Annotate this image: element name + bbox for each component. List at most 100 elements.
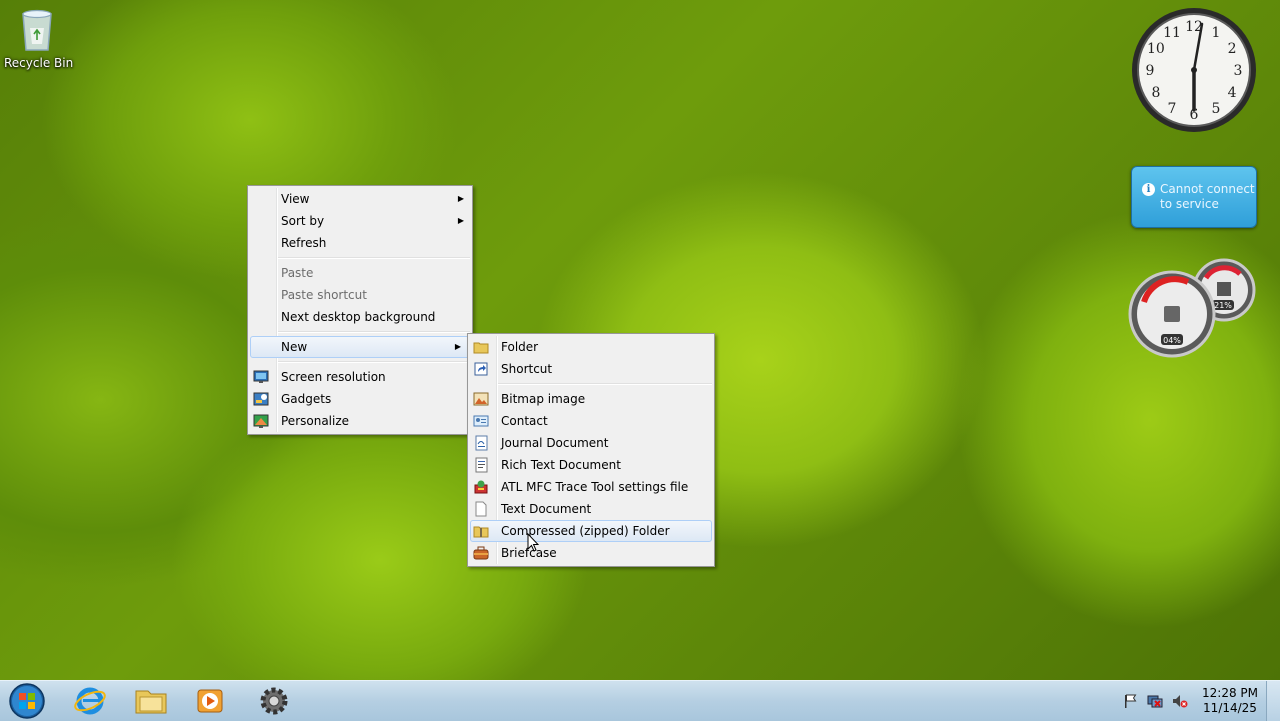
shortcut-icon	[474, 362, 488, 376]
clock-numeral: 3	[1234, 63, 1243, 79]
clock-numeral: 8	[1151, 85, 1160, 101]
weather-message-line2: to service	[1160, 197, 1219, 211]
menu-item-label: Sort by	[281, 214, 325, 228]
submenu-arrow-icon: ▶	[457, 194, 464, 203]
menu-separator	[278, 331, 470, 333]
menu-item-label: Next desktop background	[281, 310, 436, 324]
contact-icon	[473, 415, 489, 427]
menu-item-view[interactable]: View ▶	[248, 188, 472, 210]
menu-item-label: Journal Document	[501, 436, 609, 450]
memory-percent: 21%	[1214, 301, 1232, 310]
menu-item-label: Personalize	[281, 414, 350, 428]
cpu-meter-gadget[interactable]: 21% 04%	[1128, 258, 1256, 358]
menu-item-label: Paste shortcut	[281, 288, 367, 302]
menu-item-label: Paste	[281, 266, 314, 280]
rich-text-icon	[475, 457, 488, 473]
clock-gadget[interactable]: 12 1 2 3 4 5 6 7 8 9 10 11	[1130, 6, 1258, 134]
menu-item-refresh[interactable]: Refresh	[248, 232, 472, 254]
new-item-shortcut[interactable]: Shortcut	[468, 358, 714, 380]
new-item-journal-document[interactable]: Journal Document	[468, 432, 714, 454]
menu-item-label: Contact	[501, 414, 548, 428]
new-item-atl-mfc-trace-tool-settings-file[interactable]: ATL MFC Trace Tool settings file	[468, 476, 714, 498]
clock-numeral: 5	[1212, 101, 1221, 117]
menu-separator	[498, 383, 712, 385]
weather-error-message: Cannot connect to service	[1160, 182, 1255, 212]
clock-numeral: 4	[1228, 85, 1237, 101]
new-item-bitmap-image[interactable]: Bitmap image	[468, 388, 714, 410]
clock-numeral: 1	[1212, 25, 1221, 41]
clock-numeral: 7	[1168, 101, 1177, 117]
taskbar-windows-explorer[interactable]	[124, 683, 178, 719]
menu-item-label: Rich Text Document	[501, 458, 621, 472]
new-item-folder[interactable]: Folder	[468, 336, 714, 358]
cpu-percent: 04%	[1163, 336, 1181, 345]
menu-item-label: Refresh	[281, 236, 327, 250]
taskbar-settings[interactable]	[247, 683, 301, 719]
gear-icon	[260, 687, 288, 715]
info-icon: i	[1142, 183, 1155, 196]
recycle-bin-shortcut[interactable]: Recycle Bin	[4, 6, 74, 70]
taskbar-internet-explorer[interactable]	[63, 683, 117, 719]
menu-item-label: Folder	[501, 340, 539, 354]
menu-item-paste[interactable]: Paste	[248, 262, 472, 284]
clock-numeral: 9	[1146, 63, 1155, 79]
menu-item-label: ATL MFC Trace Tool settings file	[501, 480, 689, 494]
menu-item-label: View	[281, 192, 310, 206]
taskbar: 12:28 PM 11/14/25	[0, 680, 1280, 721]
submenu-arrow-icon: ▶	[457, 216, 464, 225]
gadgets-icon	[253, 392, 269, 406]
menu-item-paste-shortcut[interactable]: Paste shortcut	[248, 284, 472, 306]
briefcase-icon	[473, 546, 489, 560]
desktop[interactable]: Recycle Bin 12 1 2 3 4 5 6 7 8 9 10 11 i Cannot con…	[0, 0, 1280, 680]
menu-item-new[interactable]: New ▶	[250, 336, 470, 358]
new-item-briefcase[interactable]: Briefcase	[468, 542, 714, 564]
show-desktop-button[interactable]	[1266, 681, 1280, 721]
start-button[interactable]	[4, 682, 50, 720]
action-center-flag-icon[interactable]	[1122, 693, 1138, 709]
menu-item-gadgets[interactable]: Gadgets	[248, 388, 472, 410]
bitmap-icon	[473, 392, 489, 406]
menu-item-label: New	[281, 340, 308, 354]
internet-explorer-icon	[74, 687, 106, 715]
clock-numeral: 10	[1147, 41, 1165, 57]
new-item-text-document[interactable]: Text Document	[468, 498, 714, 520]
screen-resolution-icon	[253, 370, 269, 383]
trace-tool-icon	[474, 480, 488, 494]
menu-item-screen-resolution[interactable]: Screen resolution	[248, 366, 472, 388]
submenu-arrow-icon: ▶	[454, 342, 461, 351]
menu-separator	[278, 361, 470, 363]
weather-message-line1: Cannot connect	[1160, 182, 1255, 196]
clock-numeral: 11	[1163, 25, 1181, 41]
taskbar-clock[interactable]: 12:28 PM 11/14/25	[1200, 686, 1260, 716]
new-item-rich-text-document[interactable]: Rich Text Document	[468, 454, 714, 476]
clock-date: 11/14/25	[1203, 701, 1257, 715]
network-icon[interactable]	[1147, 693, 1163, 709]
journal-icon	[475, 435, 488, 451]
mouse-cursor-icon	[527, 533, 539, 552]
recycle-bin-label: Recycle Bin	[4, 56, 74, 70]
menu-item-label: Text Document	[501, 502, 592, 516]
menu-item-label: Shortcut	[501, 362, 553, 376]
clock-time: 12:28 PM	[1202, 686, 1258, 700]
weather-gadget[interactable]: i Cannot connect to service	[1131, 166, 1257, 228]
cpu-chip-icon	[1164, 306, 1180, 322]
zip-folder-icon	[473, 526, 489, 538]
desktop-context-menu: View ▶ Sort by ▶ Refresh Paste Paste short…	[247, 185, 473, 435]
menu-item-personalize[interactable]: Personalize	[248, 410, 472, 432]
menu-separator	[278, 257, 470, 259]
clock-numeral: 2	[1228, 41, 1237, 57]
new-item-contact[interactable]: Contact	[468, 410, 714, 432]
menu-item-sort-by[interactable]: Sort by ▶	[248, 210, 472, 232]
personalize-icon	[253, 414, 269, 428]
menu-item-label: Gadgets	[281, 392, 332, 406]
taskbar-media-player[interactable]	[183, 683, 237, 719]
folder-icon	[473, 342, 489, 354]
new-item-compressed-zipped-folder[interactable]: Compressed (zipped) Folder	[470, 520, 712, 542]
menu-item-label: Screen resolution	[281, 370, 386, 384]
volume-muted-icon[interactable]	[1172, 693, 1188, 709]
media-player-icon	[197, 689, 223, 713]
menu-item-next-desktop-background[interactable]: Next desktop background	[248, 306, 472, 328]
file-explorer-icon	[135, 690, 167, 714]
recycle-bin-icon	[17, 6, 57, 52]
memory-chip-icon	[1217, 282, 1231, 296]
